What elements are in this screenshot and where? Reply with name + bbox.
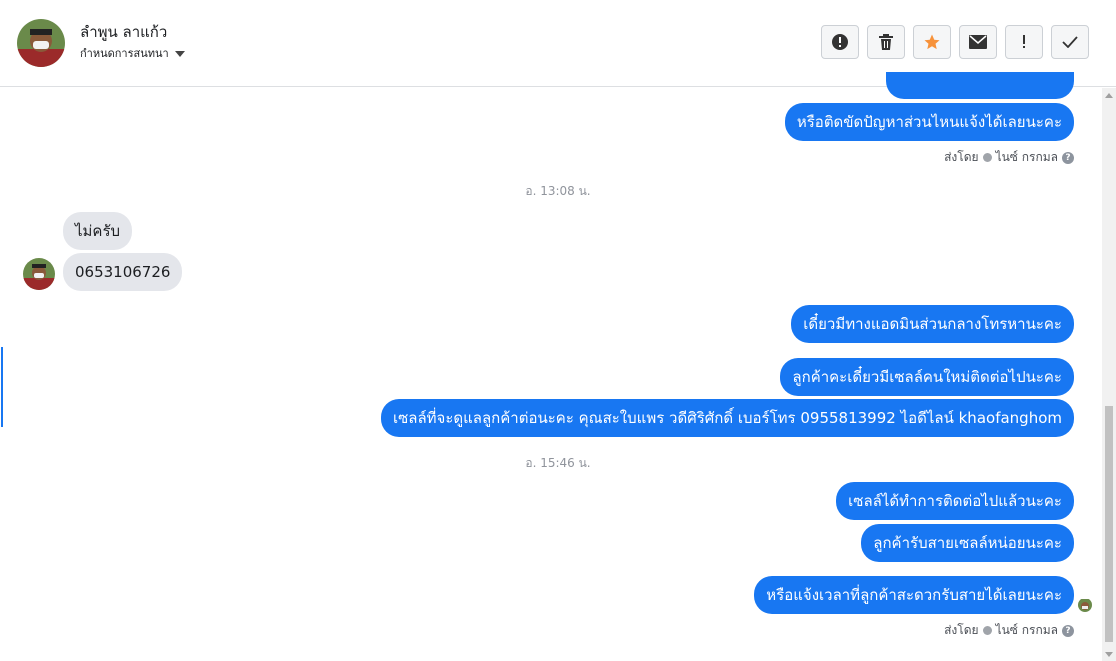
assign-label: กำหนดการสนทนา [80, 47, 169, 60]
scrollbar[interactable] [1102, 88, 1116, 661]
message-bubble-outgoing: เซลล์ที่จะดูแลลูกค้าต่อนะคะ คุณสะใบแพร ว… [380, 399, 1074, 437]
help-icon[interactable]: ? [1062, 624, 1074, 637]
conversation-toolbar [821, 25, 1089, 59]
seen-avatar [1078, 598, 1092, 612]
sent-by-text: ส่งโดย [944, 623, 979, 637]
sent-by-name[interactable]: ไนซ์ กรกมล [996, 621, 1058, 640]
timestamp: อ. 13:08 น. [525, 184, 591, 198]
message-bubble-incoming: ไม่ครับ [63, 212, 133, 250]
envelope-icon [969, 35, 987, 49]
verified-icon [982, 626, 992, 635]
help-icon[interactable]: ? [1062, 151, 1074, 164]
alert-circle-icon [832, 34, 848, 50]
mark-spam-button[interactable] [821, 25, 859, 59]
star-button[interactable] [913, 25, 951, 59]
message-bubble-incoming: 0653106726 [63, 253, 183, 291]
message-bubble-outgoing: เดี๋ยวมีทางแอดมินส่วนกลางโทรหานะคะ [791, 305, 1074, 343]
checkmark-icon [1062, 36, 1078, 48]
mark-done-button[interactable] [1051, 25, 1089, 59]
sent-by-text: ส่งโดย [944, 150, 979, 164]
active-indicator [1, 347, 3, 427]
verified-icon [982, 153, 992, 162]
follow-up-button[interactable] [1005, 25, 1043, 59]
message-bubble-partial [886, 72, 1074, 99]
mark-unread-button[interactable] [959, 25, 997, 59]
trash-icon [879, 34, 893, 50]
sent-by-label: ส่งโดย ไนซ์ กรกมล ? [944, 148, 1074, 167]
message-bubble-outgoing: ลูกค้าคะเดี๋ยวมีเซลล์คนใหม่ติดต่อไปนะคะ [780, 358, 1074, 396]
assign-conversation-dropdown[interactable]: กำหนดการสนทนา [80, 44, 185, 62]
message-bubble-outgoing: ลูกค้ารับสายเซลล์หน่อยนะคะ [861, 524, 1074, 562]
contact-name[interactable]: ลำพูน ลาแก้ว [80, 20, 167, 44]
exclamation-icon [1023, 35, 1025, 48]
scroll-down-arrow-icon[interactable] [1105, 652, 1113, 657]
star-icon [924, 34, 940, 50]
sender-avatar[interactable] [23, 258, 55, 290]
message-bubble-outgoing: หรือติดขัดปัญหาส่วนไหนแจ้งได้เลยนะคะ [784, 103, 1074, 141]
caret-down-icon [174, 51, 185, 57]
timestamp: อ. 15:46 น. [525, 456, 591, 470]
contact-avatar[interactable] [17, 19, 65, 67]
delete-button[interactable] [867, 25, 905, 59]
sent-by-label: ส่งโดย ไนซ์ กรกมล ? [944, 621, 1074, 640]
message-bubble-outgoing: เซลล์ได้ทำการติดต่อไปแล้วนะคะ [836, 482, 1074, 520]
scroll-up-arrow-icon[interactable] [1105, 93, 1113, 98]
scrollbar-thumb[interactable] [1105, 406, 1113, 642]
message-bubble-outgoing: หรือแจ้งเวลาที่ลูกค้าสะดวกรับสายได้เลยนะ… [754, 576, 1074, 614]
sent-by-name[interactable]: ไนซ์ กรกมล [996, 148, 1058, 167]
